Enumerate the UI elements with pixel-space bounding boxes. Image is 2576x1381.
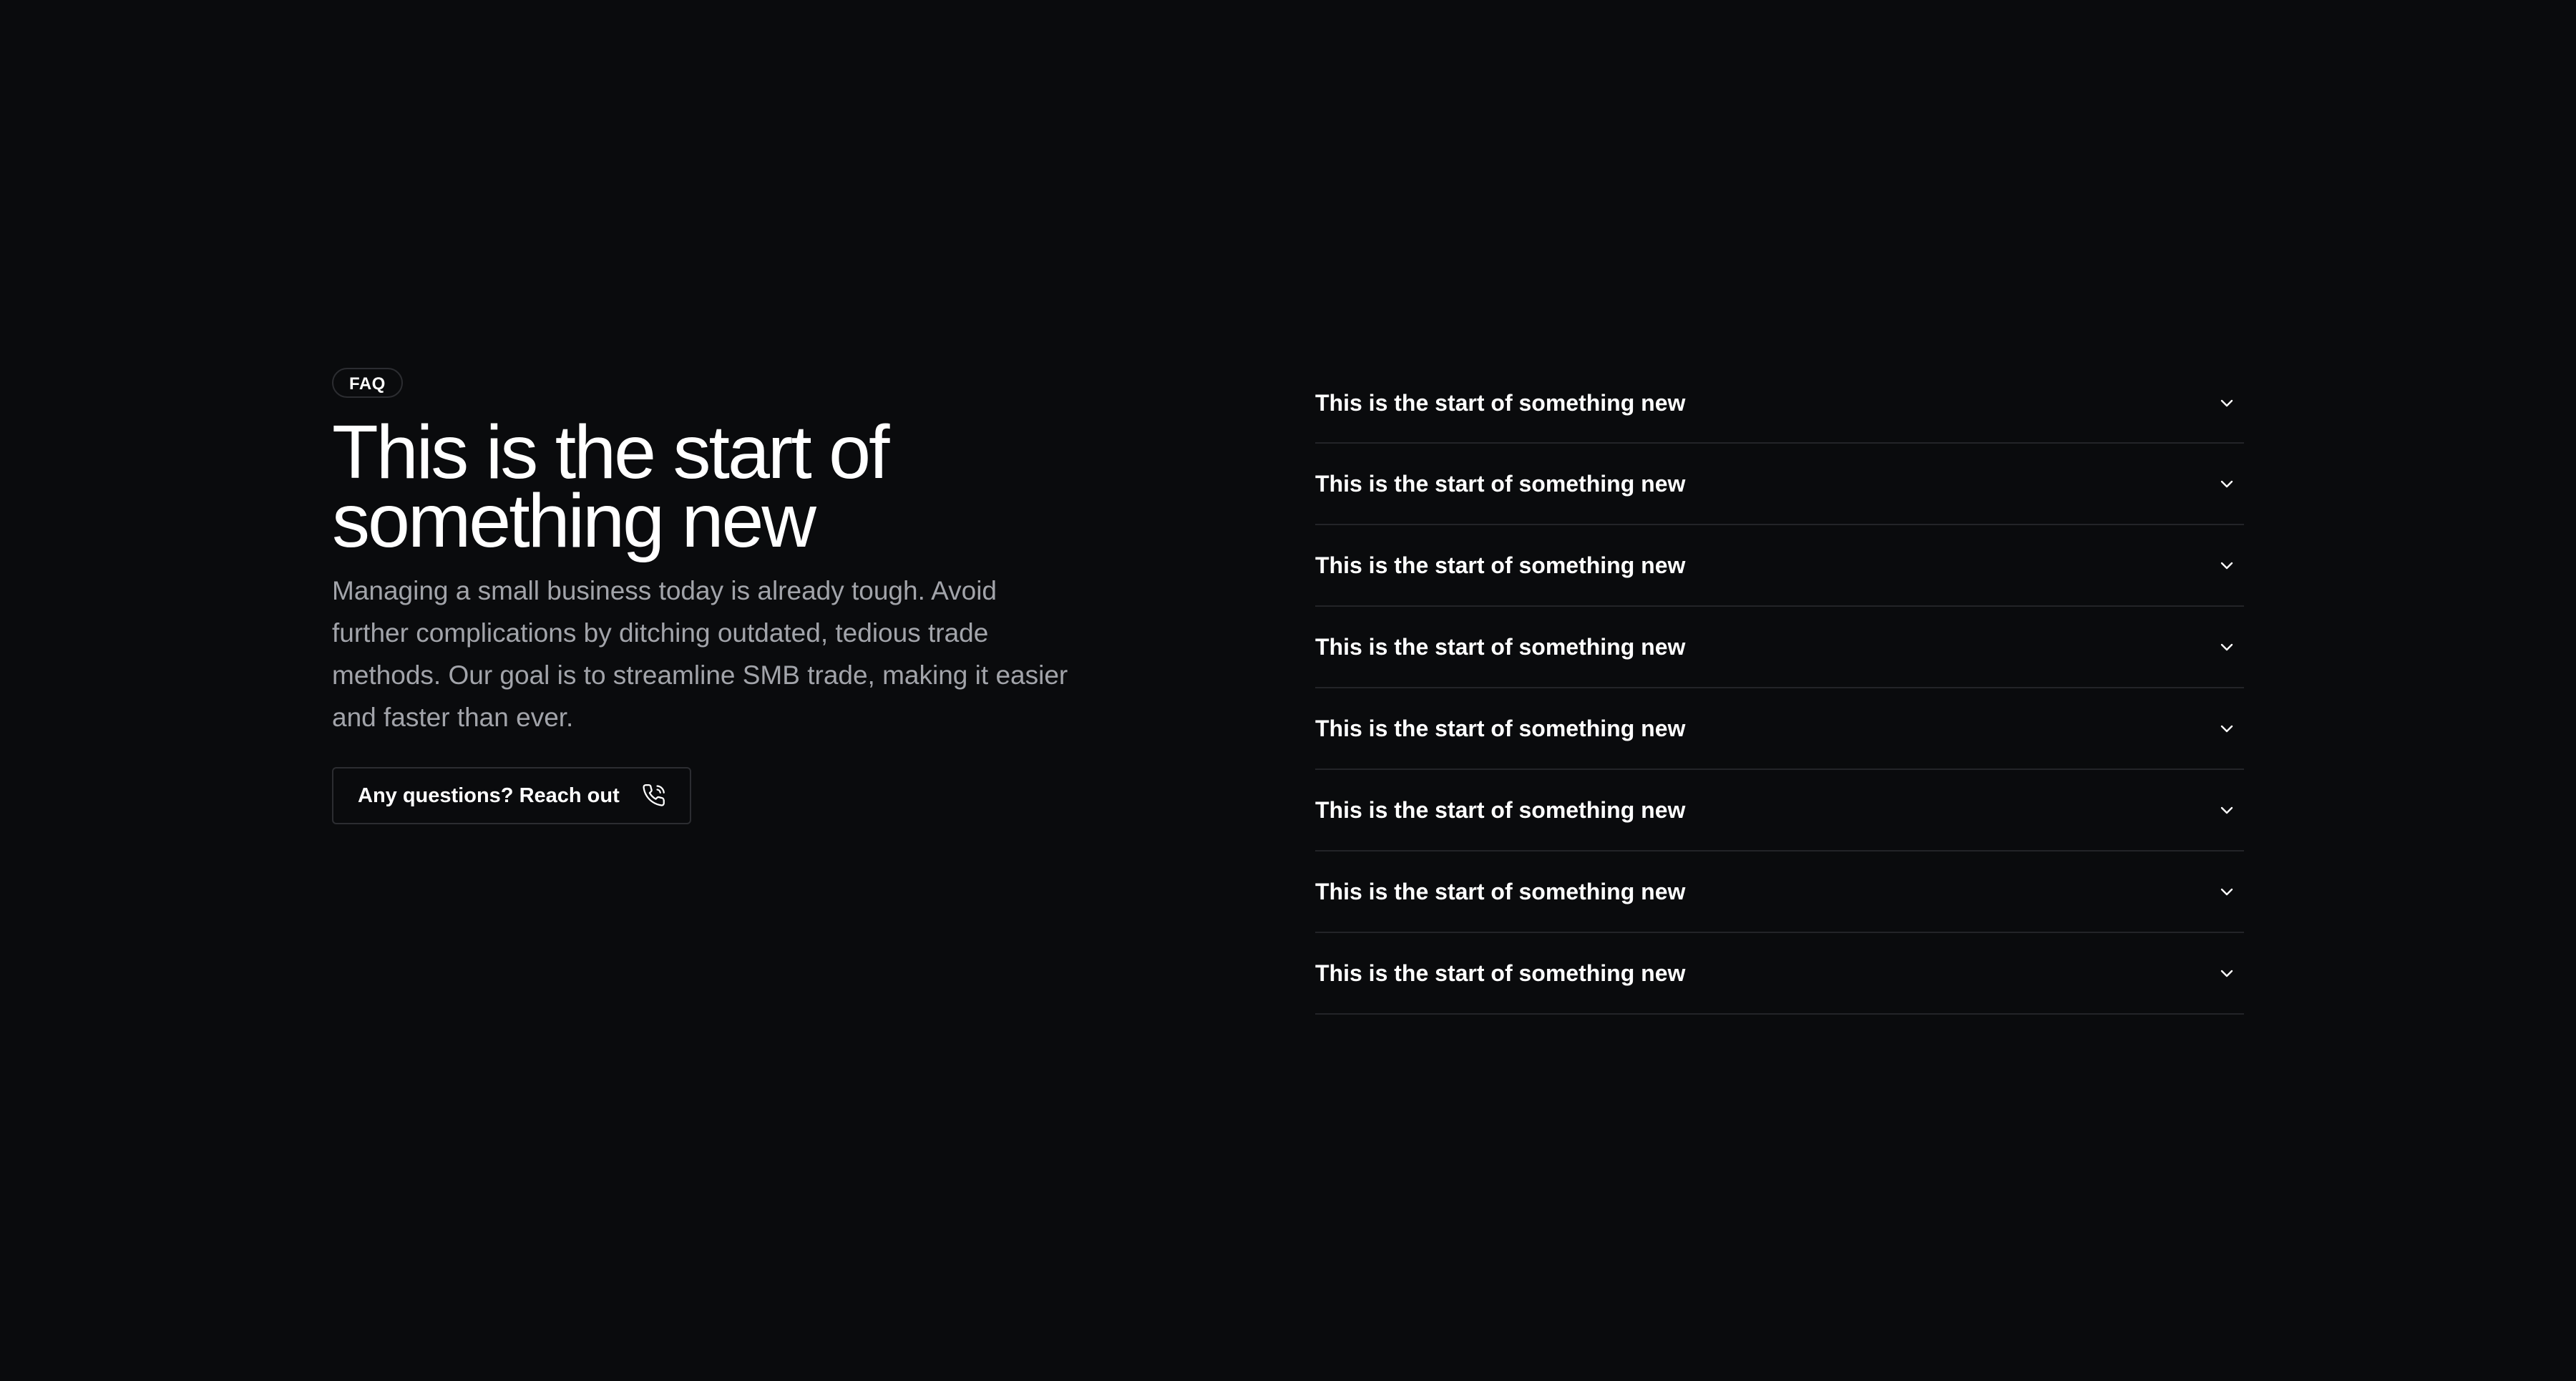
reach-out-label: Any questions? Reach out bbox=[358, 784, 620, 807]
faq-item[interactable]: This is the start of something new bbox=[1315, 770, 2244, 851]
chevron-down-icon bbox=[2218, 965, 2235, 982]
chevron-down-icon bbox=[2218, 475, 2235, 492]
faq-item[interactable]: This is the start of something new bbox=[1315, 688, 2244, 770]
faq-item[interactable]: This is the start of something new bbox=[1315, 933, 2244, 1015]
chevron-down-icon bbox=[2218, 720, 2235, 737]
faq-item[interactable]: This is the start of something new bbox=[1315, 607, 2244, 688]
faq-item[interactable]: This is the start of something new bbox=[1315, 851, 2244, 933]
faq-question: This is the start of something new bbox=[1315, 796, 1686, 823]
chevron-down-icon bbox=[2218, 638, 2235, 655]
faq-item[interactable]: This is the start of something new bbox=[1315, 444, 2244, 525]
page-title: This is the start of something new bbox=[332, 410, 890, 563]
chevron-down-icon bbox=[2218, 883, 2235, 900]
faq-question: This is the start of something new bbox=[1315, 552, 1686, 578]
faq-list: This is the start of something new This i… bbox=[1315, 363, 2244, 1015]
page-description: Managing a small business today is alrea… bbox=[332, 576, 1068, 732]
faq-item[interactable]: This is the start of something new bbox=[1315, 363, 2244, 444]
faq-question: This is the start of something new bbox=[1315, 960, 1686, 986]
chevron-down-icon bbox=[2218, 557, 2235, 574]
faq-badge: FAQ bbox=[332, 368, 403, 398]
faq-question: This is the start of something new bbox=[1315, 470, 1686, 497]
chevron-down-icon bbox=[2218, 801, 2235, 819]
phone-icon bbox=[643, 784, 667, 808]
faq-question: This is the start of something new bbox=[1315, 715, 1686, 741]
faq-question: This is the start of something new bbox=[1315, 389, 1686, 416]
faq-question: This is the start of something new bbox=[1315, 878, 1686, 904]
faq-question: This is the start of something new bbox=[1315, 633, 1686, 660]
reach-out-button[interactable]: Any questions? Reach out bbox=[332, 767, 691, 824]
chevron-down-icon bbox=[2218, 394, 2235, 411]
faq-intro: FAQ This is the start of something new M… bbox=[332, 368, 1076, 824]
faq-item[interactable]: This is the start of something new bbox=[1315, 525, 2244, 607]
